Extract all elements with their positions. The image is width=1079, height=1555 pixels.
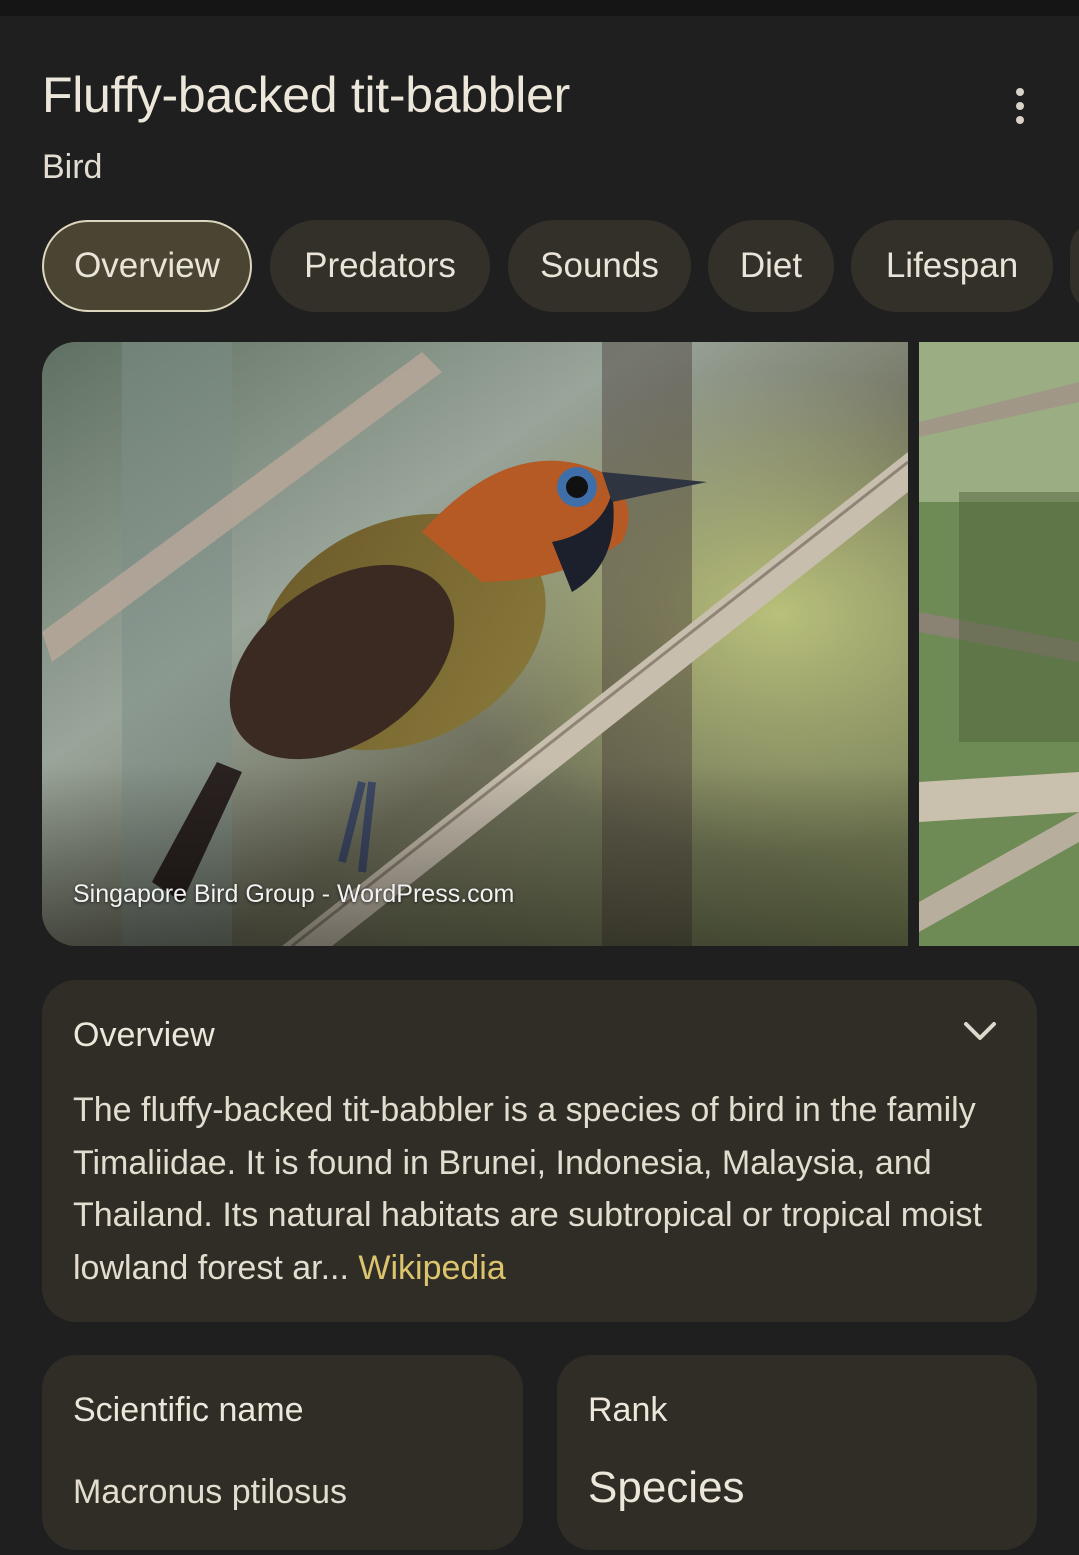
- bird-photo-secondary: [919, 342, 1079, 946]
- tab-partial[interactable]: [1070, 220, 1079, 312]
- tab-diet[interactable]: Diet: [708, 220, 834, 312]
- tab-predators[interactable]: Predators: [270, 220, 490, 312]
- tab-sounds[interactable]: Sounds: [508, 220, 691, 312]
- page-subtitle: Bird: [42, 148, 103, 186]
- overview-card: Overview The fluffy-backed tit-babbler i…: [42, 980, 1037, 1322]
- overview-description: The fluffy-backed tit-babbler is a speci…: [73, 1084, 1018, 1294]
- rank-label: Rank: [588, 1391, 668, 1429]
- scientific-name-value: Macronus ptilosus: [73, 1473, 348, 1511]
- rank-value: Species: [588, 1463, 745, 1512]
- overview-heading: Overview: [73, 1016, 215, 1054]
- overview-text: The fluffy-backed tit-babbler is a speci…: [73, 1091, 983, 1287]
- page-title: Fluffy-backed tit-babbler: [42, 67, 570, 123]
- tab-overview[interactable]: Overview: [42, 220, 252, 312]
- more-vert-icon[interactable]: [1000, 84, 1040, 128]
- chevron-down-icon[interactable]: [962, 1016, 998, 1044]
- bird-image-secondary[interactable]: [919, 342, 1079, 946]
- scientific-name-card[interactable]: Scientific name Macronus ptilosus: [42, 1355, 523, 1550]
- bird-photo: [42, 342, 908, 946]
- rank-card[interactable]: Rank Species: [557, 1355, 1037, 1550]
- wikipedia-link[interactable]: Wikipedia: [358, 1249, 505, 1287]
- image-caption-source[interactable]: Singapore Bird Group - WordPress.com: [73, 880, 514, 909]
- tab-lifespan[interactable]: Lifespan: [851, 220, 1053, 312]
- bird-image-main[interactable]: [42, 342, 908, 946]
- scientific-name-label: Scientific name: [73, 1391, 304, 1429]
- status-bar-strip: [0, 0, 1079, 16]
- tab-bar: Overview Predators Sounds Diet Lifespan: [42, 220, 1079, 314]
